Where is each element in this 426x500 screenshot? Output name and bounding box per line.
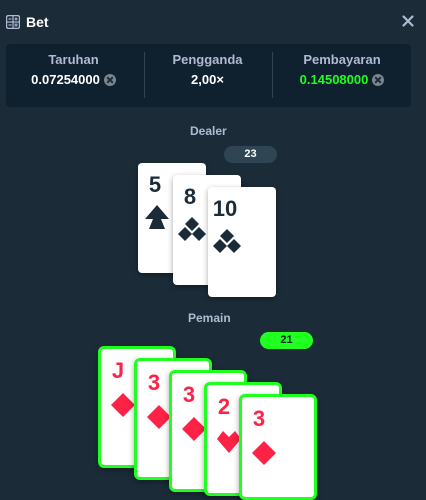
dealer-label: Dealer bbox=[190, 124, 227, 138]
close-icon[interactable] bbox=[400, 13, 416, 29]
diamonds-suit-icon bbox=[252, 441, 276, 465]
card-rank: 8 bbox=[183, 184, 197, 209]
clubs-suit-icon bbox=[178, 217, 206, 241]
player-score-badge: 21 bbox=[260, 332, 313, 349]
playing-card: 10 bbox=[208, 187, 276, 297]
player-label: Pemain bbox=[188, 311, 231, 325]
bet-amount-label: Taruhan bbox=[48, 52, 99, 67]
payout-stat: Pembayaran 0.14508000 bbox=[273, 44, 411, 107]
card-rank: 5 bbox=[148, 172, 162, 197]
coin-icon bbox=[103, 74, 116, 86]
spades-suit-icon bbox=[145, 205, 169, 229]
cards-icon bbox=[6, 15, 20, 29]
dealer-score-badge: 23 bbox=[224, 146, 277, 163]
bet-amount-value: 0.07254000 bbox=[31, 72, 100, 87]
card-rank: 3 bbox=[147, 370, 161, 395]
card-rank: 10 bbox=[212, 196, 238, 221]
playing-card: 3 bbox=[239, 394, 317, 500]
modal-header: Bet bbox=[0, 0, 426, 44]
card-rank: 3 bbox=[182, 382, 196, 407]
bet-summary-panel: Taruhan 0.07254000 Pengganda 2,00× Pemba… bbox=[6, 44, 411, 107]
card-rank: 2 bbox=[217, 394, 231, 419]
card-rank: 3 bbox=[252, 406, 266, 431]
multiplier-label: Pengganda bbox=[172, 52, 243, 67]
bet-amount-stat: Taruhan 0.07254000 bbox=[6, 44, 141, 107]
modal-title: Bet bbox=[26, 14, 49, 30]
payout-label: Pembayaran bbox=[303, 52, 381, 67]
payout-value: 0.14508000 bbox=[299, 72, 369, 87]
multiplier-value: 2,00× bbox=[191, 72, 224, 87]
diamonds-suit-icon bbox=[111, 393, 135, 417]
coin-icon bbox=[372, 74, 385, 86]
clubs-suit-icon bbox=[213, 229, 241, 253]
card-rank: J bbox=[111, 358, 125, 383]
multiplier-stat: Pengganda 2,00× bbox=[145, 44, 270, 107]
